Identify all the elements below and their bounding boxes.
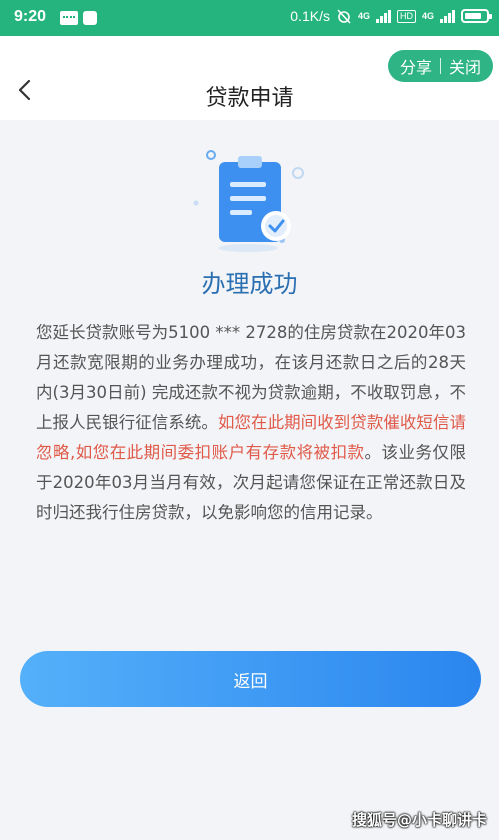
network-type-label-2: 4G xyxy=(421,11,434,21)
clipboard-success-icon xyxy=(193,150,304,252)
nav-bar: 贷款申请 分享 关闭 xyxy=(0,36,499,120)
app-notification-icon xyxy=(83,11,97,25)
hd-badge: HD xyxy=(396,9,416,23)
signal-strength-icon-2 xyxy=(440,9,455,23)
network-speed: 0.1K/s xyxy=(290,8,330,24)
status-indicators: 0.1K/s 4G HD 4G xyxy=(290,8,492,24)
status-bar: 9:20 0.1K/s 4G HD 4G xyxy=(0,0,499,36)
capsule-divider xyxy=(439,58,441,74)
alarm-off-icon xyxy=(337,9,351,24)
watermark: 搜狐号@小卡聊讲卡 xyxy=(351,811,487,829)
share-close-capsule: 分享 关闭 xyxy=(387,50,493,82)
return-button[interactable]: 返回 xyxy=(20,651,481,707)
message-notification-icon xyxy=(60,11,78,25)
page-title: 贷款申请 xyxy=(205,86,294,111)
close-button[interactable]: 关闭 xyxy=(449,54,481,78)
result-message: 您延长贷款账号为5100 *** 2728的住房贷款在2020年03月还款宽限期… xyxy=(36,318,466,528)
battery-icon xyxy=(461,9,492,23)
success-title: 办理成功 xyxy=(201,270,298,298)
share-button[interactable]: 分享 xyxy=(400,54,432,78)
signal-strength-icon xyxy=(375,9,391,23)
status-time: 9:20 xyxy=(14,8,47,25)
network-type-label: 4G xyxy=(357,11,370,21)
